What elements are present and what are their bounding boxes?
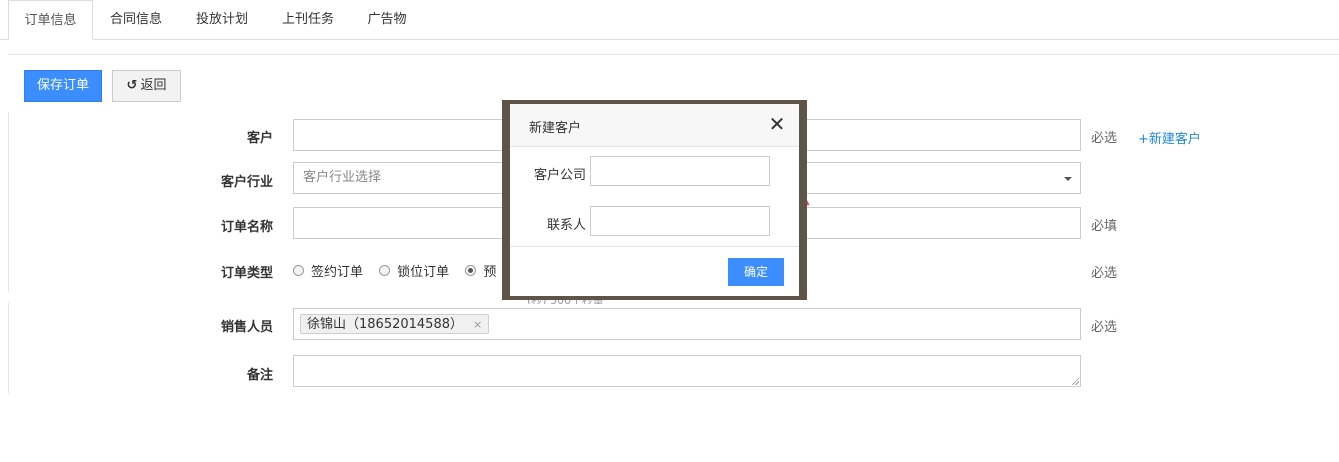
close-icon[interactable]: ✕: [767, 114, 787, 134]
new-customer-modal: 新建客户 ✕ 客户公司 联系人 确定: [510, 104, 799, 296]
order-name-hint: 必填: [1091, 219, 1118, 234]
sales-label: 销售人员: [220, 320, 273, 335]
tab-publish-task[interactable]: 上刊任务: [272, 0, 344, 38]
industry-label: 客户行业: [220, 175, 273, 190]
section-divider: [8, 54, 1339, 55]
radio-locked-order-label: 锁位订单: [397, 265, 450, 280]
confirm-button[interactable]: 确定: [728, 258, 784, 286]
radio-locked-order[interactable]: [379, 265, 391, 276]
back-button-label: 返回: [140, 78, 167, 93]
form-left-rule: [8, 112, 9, 292]
back-button[interactable]: ↺ 返回: [112, 70, 181, 102]
customer-hint: 必选: [1091, 131, 1118, 146]
save-order-button[interactable]: 保存订单: [24, 70, 102, 102]
customer-label: 客户: [246, 131, 273, 146]
radio-reserved-order-label: 预: [483, 265, 497, 280]
sales-tag: 徐锦山（18652014588） ×: [300, 314, 490, 334]
undo-icon: ↺: [126, 78, 138, 93]
new-customer-link[interactable]: +新建客户: [1138, 128, 1201, 147]
tab-order-info[interactable]: 订单信息: [8, 0, 93, 40]
tab-ad-material[interactable]: 广告物: [358, 0, 416, 38]
radio-signed-order[interactable]: [293, 265, 304, 276]
chevron-down-icon: [1064, 177, 1072, 181]
form-left-rule-lower: [8, 303, 9, 393]
order-type-label: 订单类型: [220, 266, 273, 281]
contact-input[interactable]: [590, 206, 770, 236]
company-label: 客户公司: [533, 168, 586, 183]
modal-footer-divider: [510, 246, 799, 247]
modal-header: 新建客户 ✕: [510, 104, 799, 147]
resize-grip-icon[interactable]: [1071, 377, 1079, 385]
sales-hint: 必选: [1091, 320, 1118, 335]
order-type-radio-group: 签约订单 锁位订单 预: [293, 261, 508, 280]
modal-title: 新建客户: [529, 121, 582, 136]
remark-textarea[interactable]: [293, 355, 1081, 387]
sales-multiselect[interactable]: 徐锦山（18652014588） ×: [293, 308, 1081, 340]
new-customer-modal-frame: 新建客户 ✕ 客户公司 联系人 确定: [502, 100, 807, 300]
tab-delivery-plan[interactable]: 投放计划: [186, 0, 258, 38]
tag-remove-icon[interactable]: ×: [473, 318, 482, 331]
radio-reserved-order[interactable]: [465, 265, 477, 276]
industry-placeholder: 客户行业选择: [303, 170, 382, 185]
order-type-hint: 必选: [1091, 266, 1118, 281]
sales-tag-label: 徐锦山（18652014588）: [307, 317, 463, 332]
remark-label: 备注: [246, 368, 273, 383]
tab-contract-info[interactable]: 合同信息: [100, 0, 172, 38]
contact-label: 联系人: [546, 218, 586, 233]
company-input[interactable]: [590, 156, 770, 186]
radio-signed-order-label: 签约订单: [311, 265, 364, 280]
tab-bar: 订单信息 合同信息 投放计划 上刊任务 广告物: [0, 0, 1339, 40]
order-edit-page: 订单信息 合同信息 投放计划 上刊任务 广告物 保存订单 ↺ 返回 客户 必选 +…: [0, 0, 1339, 462]
order-name-label: 订单名称: [220, 220, 273, 235]
